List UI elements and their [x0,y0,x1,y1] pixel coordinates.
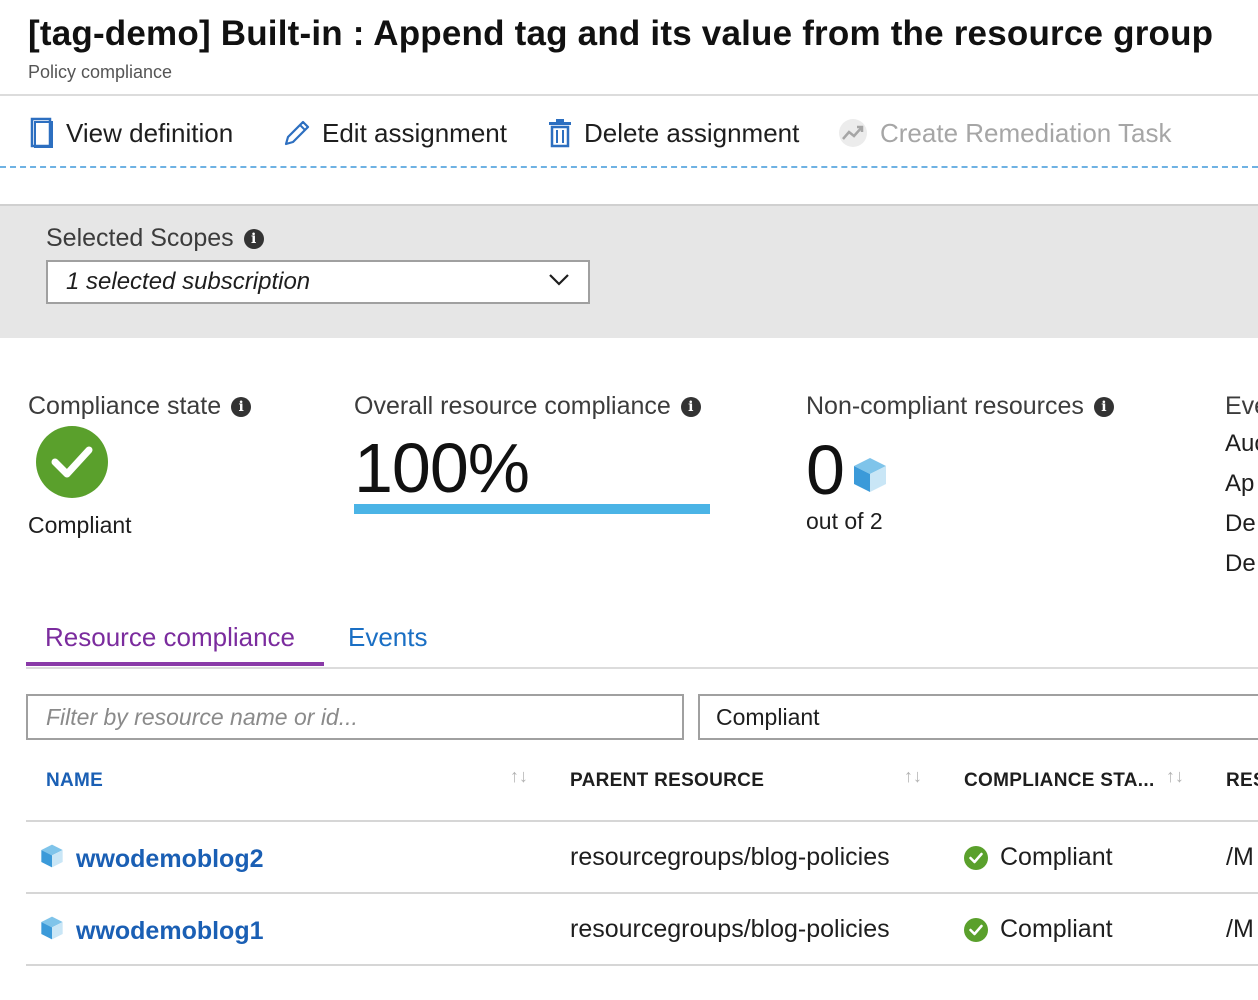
resource-cube-icon [852,456,888,499]
resource-name: wwodemoblog1 [76,917,264,945]
page-subtitle: Policy compliance [28,62,173,82]
noncompliant-out-of: out of 2 [806,508,883,534]
page-title: [tag-demo] Built-in : Append tag and its… [28,14,1214,53]
compliance-status-text: Compliant [1000,843,1113,871]
trash-icon [548,118,572,148]
noncompliant-count: 0 [806,431,845,509]
compliant-check-icon [36,426,108,498]
chevron-down-icon [548,273,570,292]
overall-compliance-text: Overall resource compliance [354,392,671,420]
resource-id-cell: /M [1226,843,1254,871]
events-item: De [1225,550,1256,577]
resource-name: wwodemoblog2 [76,845,264,873]
table-row-name-link[interactable]: wwodemoblog2 [40,843,264,876]
header-divider [0,94,1258,96]
create-remediation-label: Create Remediation Task [880,117,1172,148]
tab-resource-compliance[interactable]: Resource compliance [45,622,295,653]
sort-icon[interactable]: ↑↓ [510,766,528,787]
delete-assignment-button[interactable]: Delete assignment [548,112,799,154]
events-item: Auc [1225,430,1258,457]
table-header-divider [26,820,1258,822]
info-icon[interactable]: i [1093,396,1114,417]
compliance-state-filter[interactable]: Compliant [698,694,1258,740]
trend-icon [838,118,868,148]
compliance-state-filter-value: Compliant [716,703,820,730]
compliance-progress-bar [354,504,710,514]
table-row-divider [26,964,1258,966]
column-header-parent-resource[interactable]: PARENT RESOURCE [570,770,764,792]
compliance-status-cell: Compliant [964,915,1113,944]
scope-dropdown[interactable]: 1 selected subscription [46,260,590,304]
parent-resource-cell: resourcegroups/blog-policies [570,915,890,943]
tab-events[interactable]: Events [348,622,428,653]
noncompliant-resources-label: Non-compliant resources i [806,392,1114,421]
column-header-compliance-state[interactable]: COMPLIANCE STA... [964,770,1155,792]
selected-scopes-label: Selected Scopes i [46,224,264,253]
column-header-resource-id[interactable]: RES [1226,770,1258,792]
view-definition-label: View definition [66,117,234,148]
resource-id-cell: /M [1226,915,1254,943]
resource-cube-icon [40,843,64,876]
compliance-status-text: Compliant [1000,915,1113,943]
resource-cube-icon [40,915,64,948]
view-definition-button[interactable]: View definition [30,112,233,154]
overall-compliance-value: 100% [354,429,530,507]
resource-filter-input[interactable] [26,694,684,740]
compliant-check-icon [964,845,988,870]
compliance-state-value: Compliant [28,512,132,538]
noncompliant-resources-text: Non-compliant resources [806,392,1084,420]
edit-assignment-button[interactable]: Edit assignment [282,112,507,154]
toolbar-divider [0,166,1258,168]
compliance-status-cell: Compliant [964,843,1113,872]
delete-assignment-label: Delete assignment [584,117,800,148]
create-remediation-task-button[interactable]: Create Remediation Task [838,112,1171,154]
info-icon[interactable]: i [243,228,264,249]
active-tab-indicator [26,662,324,666]
parent-resource-cell: resourcegroups/blog-policies [570,843,890,871]
pencil-icon [282,118,310,148]
compliance-state-label: Compliance state i [28,392,252,421]
compliance-state-text: Compliance state [28,392,222,420]
effect-events-summary: Eve Auc Ap De De [1225,392,1258,577]
scope-dropdown-value: 1 selected subscription [66,268,311,295]
edit-assignment-label: Edit assignment [322,117,507,148]
column-header-name[interactable]: NAME [46,770,103,792]
table-row-divider [26,892,1258,894]
document-icon [30,117,54,149]
events-item: De [1225,510,1256,537]
events-summary-label: Eve [1225,392,1258,420]
sort-icon[interactable]: ↑↓ [1166,766,1184,787]
tabs-divider [26,667,1258,669]
events-item: Ap [1225,470,1255,497]
compliance-progress-fill [354,504,710,514]
selected-scopes-text: Selected Scopes [46,224,234,252]
overall-compliance-label: Overall resource compliance i [354,392,701,421]
info-icon[interactable]: i [231,396,252,417]
sort-icon[interactable]: ↑↓ [904,766,922,787]
compliant-check-icon [964,917,988,942]
info-icon[interactable]: i [680,396,701,417]
table-row-name-link[interactable]: wwodemoblog1 [40,915,264,948]
